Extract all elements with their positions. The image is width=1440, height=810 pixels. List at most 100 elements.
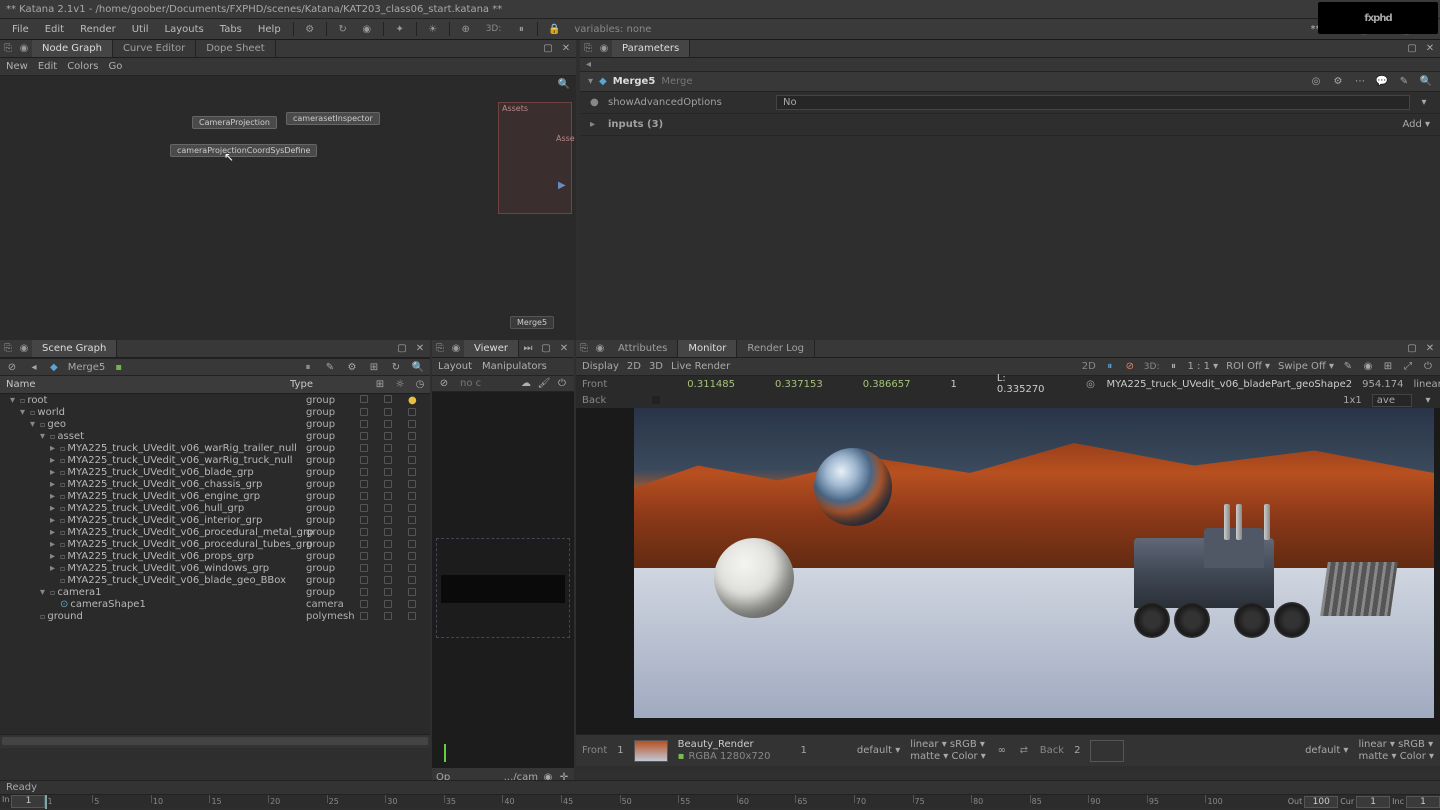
cloud-icon[interactable]: ☁ xyxy=(520,378,532,390)
clock-icon[interactable]: ◷ xyxy=(414,379,426,391)
back-icon[interactable]: ◂ xyxy=(28,361,40,373)
viewer-submenu[interactable]: Layout Manipulators xyxy=(432,358,574,376)
ng-edit[interactable]: Edit xyxy=(38,61,57,72)
variables-label[interactable]: variables: none xyxy=(566,21,659,38)
max-icon[interactable]: ▢ xyxy=(542,43,554,55)
close-icon[interactable]: ✕ xyxy=(560,43,572,55)
scenegraph-tabs[interactable]: ⎘ ◉ Scene Graph ▢ ✕ xyxy=(0,340,430,358)
pause-small-icon[interactable]: ⏸ xyxy=(513,21,529,37)
tab-attributes[interactable]: Attributes xyxy=(608,340,678,357)
dropdown-icon[interactable]: ▾ xyxy=(1422,394,1434,406)
link-icon[interactable]: ∞ xyxy=(996,745,1008,757)
tab-nodegraph[interactable]: Node Graph xyxy=(32,40,113,57)
max-icon[interactable]: ▢ xyxy=(1406,343,1418,355)
tree-row[interactable]: ▸▫MYA225_truck_UVedit_v06_warRig_trailer… xyxy=(0,442,430,454)
tree-row[interactable]: ▸▫MYA225_truck_UVedit_v06_interior_grpgr… xyxy=(0,514,430,526)
tree-row[interactable]: ▸▫MYA225_truck_UVedit_v06_chassis_grpgro… xyxy=(0,478,430,490)
viewer-tabs[interactable]: ⎘ ◉ Viewer ⏭ ▢ ✕ xyxy=(432,340,574,358)
tree-row[interactable]: ▫MYA225_truck_UVedit_v06_blade_geo_BBoxg… xyxy=(0,574,430,586)
viewer-manip[interactable]: Manipulators xyxy=(482,361,547,372)
param-breadcrumb[interactable]: ◂ xyxy=(580,58,1440,72)
target-icon[interactable]: ◎ xyxy=(1310,76,1322,88)
swap-icon[interactable]: ⇄ xyxy=(1018,745,1030,757)
thumbnail-back[interactable] xyxy=(1090,740,1124,762)
default2-dropdown[interactable]: default ▾ xyxy=(1305,745,1348,756)
cur-field[interactable]: 1 xyxy=(1356,796,1390,808)
close-icon[interactable]: ⊘ xyxy=(6,361,18,373)
mon-zoom[interactable]: 1 : 1 ▾ xyxy=(1187,361,1218,372)
ng-colors[interactable]: Colors xyxy=(67,61,98,72)
tab-viewer[interactable]: Viewer xyxy=(464,340,519,357)
target-icon[interactable]: ◎ xyxy=(1085,378,1097,390)
wand-icon[interactable]: ✦ xyxy=(392,21,408,37)
power-icon[interactable]: ⏻ xyxy=(556,378,568,390)
menu-edit[interactable]: Edit xyxy=(37,21,72,38)
gear-icon[interactable]: ⚙ xyxy=(346,361,358,373)
nodegraph-tabs[interactable]: ⎘ ◉ Node Graph Curve Editor Dope Sheet ▢… xyxy=(0,40,576,58)
ng-go[interactable]: Go xyxy=(109,61,123,72)
col-type[interactable]: Type xyxy=(290,379,350,390)
pin-icon[interactable]: ⎘ xyxy=(0,340,16,356)
tree-row[interactable]: ▸▫MYA225_truck_UVedit_v06_engine_grpgrou… xyxy=(0,490,430,502)
pin-icon[interactable]: ⎘ xyxy=(576,340,592,356)
thumbnail-front[interactable] xyxy=(634,740,668,762)
pin-icon[interactable]: ⎘ xyxy=(580,40,596,56)
pause-icon[interactable]: ⏸ xyxy=(302,361,314,373)
menu-help[interactable]: Help xyxy=(250,21,289,38)
node-camerasetinspector[interactable]: camerasetInspector xyxy=(286,112,380,125)
close-icon[interactable]: ⊘ xyxy=(438,378,450,390)
tab-dopesheet[interactable]: Dope Sheet xyxy=(196,40,275,57)
tab-parameters[interactable]: Parameters xyxy=(612,40,690,57)
nodegraph-submenu[interactable]: New Edit Colors Go xyxy=(0,58,576,76)
stop-icon[interactable]: ⊘ xyxy=(1124,361,1136,373)
eye-icon[interactable]: ◉ xyxy=(1362,361,1374,373)
dots-icon[interactable]: ⋯ xyxy=(1354,76,1366,88)
tree-row[interactable]: ▾▫camera1group xyxy=(0,586,430,598)
timeline[interactable]: In 1 15101520253035404550556065707580859… xyxy=(0,794,1440,808)
mon-2d[interactable]: 2D xyxy=(627,361,641,372)
close-icon[interactable]: ✕ xyxy=(558,343,570,355)
mon-liverender[interactable]: Live Render xyxy=(671,361,730,372)
monitor-tabs[interactable]: ⎘ ◉ Attributes Monitor Render Log ▢ ✕ xyxy=(576,340,1440,358)
lin-dropdown[interactable]: linear ▾ sRGB ▾ xyxy=(910,739,986,750)
sun-icon[interactable]: ☀ xyxy=(425,21,441,37)
grid-icon[interactable]: ⊞ xyxy=(368,361,380,373)
default-dropdown[interactable]: default ▾ xyxy=(857,745,900,756)
expand-icon[interactable]: ● xyxy=(590,97,600,108)
menu-tabs[interactable]: Tabs xyxy=(212,21,250,38)
tree-row[interactable]: ▾▫geogroup xyxy=(0,418,430,430)
node-merge5[interactable]: Merge5 xyxy=(510,316,554,329)
eye-icon[interactable]: ◉ xyxy=(16,40,32,56)
viewer-toolbar[interactable]: ⊘ no c ☁ 🖌 ⏻ xyxy=(432,376,574,392)
param-value-advanced[interactable]: No xyxy=(776,95,1410,110)
out-field[interactable]: 100 xyxy=(1304,796,1338,808)
play-icon[interactable]: ▶ xyxy=(558,180,566,191)
tree-row[interactable]: ▸▫MYA225_truck_UVedit_v06_props_grpgroup xyxy=(0,550,430,562)
scenegraph-tree[interactable]: ▾▫rootgroup●▾▫worldgroup▾▫geogroup▾▫asse… xyxy=(0,394,430,734)
in-field[interactable]: 1 xyxy=(11,795,45,808)
menu-render[interactable]: Render xyxy=(72,21,124,38)
inc-field[interactable]: 1 xyxy=(1406,796,1440,808)
lock-icon[interactable]: 🔒 xyxy=(546,21,562,37)
tree-row[interactable]: ▸▫MYA225_truck_UVedit_v06_warRig_truck_n… xyxy=(0,454,430,466)
tree-row[interactable]: ⊙cameraShape1camera xyxy=(0,598,430,610)
power-icon[interactable]: ⏻ xyxy=(1422,361,1434,373)
gear-icon[interactable]: ⚙ xyxy=(1332,76,1344,88)
edit-icon[interactable]: ✎ xyxy=(324,361,336,373)
pause-icon[interactable]: ⏸ xyxy=(1167,361,1179,373)
tree-row[interactable]: ▸▫MYA225_truck_UVedit_v06_procedural_met… xyxy=(0,526,430,538)
space-dropdown[interactable]: linear xyxy=(1413,379,1440,390)
viewer-layout[interactable]: Layout xyxy=(438,361,472,372)
main-menu[interactable]: File Edit Render Util Layouts Tabs Help … xyxy=(0,18,1440,40)
search-icon[interactable]: 🔍 xyxy=(558,78,570,90)
camera-icon[interactable]: ◉ xyxy=(359,21,375,37)
gear-icon[interactable]: ⚙ xyxy=(302,21,318,37)
mode-dropdown[interactable]: ave xyxy=(1372,394,1412,407)
node-cameraprojection[interactable]: CameraProjection xyxy=(192,116,277,129)
node-coordsys[interactable]: cameraProjectionCoordSysDefine xyxy=(170,144,317,157)
eye-icon[interactable]: ◉ xyxy=(16,340,32,356)
eye-icon[interactable]: ◉ xyxy=(596,40,612,56)
tab-curveeditor[interactable]: Curve Editor xyxy=(113,40,196,57)
monitor-canvas[interactable] xyxy=(576,408,1440,734)
matte-dropdown[interactable]: matte ▾ Color ▾ xyxy=(910,751,986,762)
